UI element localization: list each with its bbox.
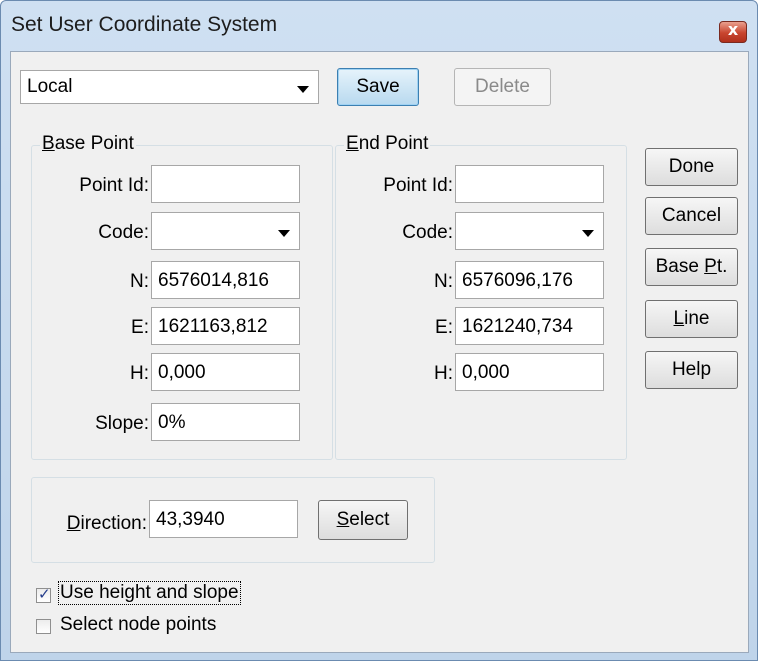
use-height-label[interactable]: Use height and slope — [58, 581, 241, 605]
cancel-label: Cancel — [661, 205, 722, 226]
direction-input[interactable]: 43,3940 — [149, 500, 298, 538]
line-button[interactable]: Line — [645, 300, 738, 338]
end-n-input[interactable]: 6576096,176 — [455, 261, 604, 299]
base-code-label: Code: — [98, 222, 149, 243]
end-point-legend: End Point — [344, 133, 431, 155]
base-h-label: H: — [130, 363, 149, 384]
done-label: Done — [668, 156, 715, 177]
save-button[interactable]: Save — [337, 68, 419, 106]
use-height-checkbox[interactable]: ✓ — [36, 585, 51, 603]
base-point-id-input[interactable] — [151, 165, 300, 203]
delete-button[interactable]: Delete — [454, 68, 551, 106]
base-e-input[interactable]: 1621163,812 — [151, 307, 300, 345]
base-e-label: E: — [131, 317, 149, 338]
chevron-down-icon — [297, 86, 309, 93]
base-code-select[interactable] — [151, 212, 300, 250]
base-pt-button[interactable]: Base Pt. — [645, 248, 738, 286]
chevron-down-icon — [582, 230, 594, 237]
done-button[interactable]: Done — [645, 148, 738, 186]
end-point-id-label: Point Id: — [383, 175, 453, 196]
select-direction-button[interactable]: Select — [318, 500, 408, 540]
end-point-id-input[interactable] — [455, 165, 604, 203]
base-point-legend: Base Point — [40, 133, 136, 155]
close-button[interactable]: x — [719, 20, 747, 43]
end-e-label: E: — [435, 317, 453, 338]
end-n-label: N: — [434, 271, 453, 292]
save-label: Save — [356, 76, 400, 97]
checkmark-icon: ✓ — [38, 585, 51, 603]
coordinate-system-value: Local — [27, 76, 73, 97]
dialog-window: Set User Coordinate System x Local Save … — [0, 0, 758, 661]
end-e-input[interactable]: 1621240,734 — [455, 307, 604, 345]
base-point-id-label: Point Id: — [79, 175, 149, 196]
select-nodes-checkbox[interactable] — [36, 619, 51, 634]
end-h-label: H: — [434, 363, 453, 384]
end-code-label: Code: — [402, 222, 453, 243]
help-label: Help — [671, 359, 712, 380]
coordinate-system-select[interactable]: Local — [20, 70, 319, 104]
base-h-input[interactable]: 0,000 — [151, 353, 300, 391]
base-slope-input[interactable]: 0% — [151, 403, 300, 441]
help-button[interactable]: Help — [645, 351, 738, 389]
chevron-down-icon — [278, 230, 290, 237]
base-n-label: N: — [130, 271, 149, 292]
base-pt-label: Base Pt. — [655, 256, 728, 277]
window-title: Set User Coordinate System — [11, 13, 278, 36]
end-code-select[interactable] — [455, 212, 604, 250]
select-label: Select — [336, 509, 390, 530]
close-icon: x — [727, 20, 739, 39]
base-n-input[interactable]: 6576014,816 — [151, 261, 300, 299]
line-label: Line — [673, 308, 710, 329]
cancel-button[interactable]: Cancel — [645, 197, 738, 235]
end-h-input[interactable]: 0,000 — [455, 353, 604, 391]
base-slope-label: Slope: — [95, 413, 149, 434]
title-bar[interactable]: Set User Coordinate System x — [1, 1, 757, 51]
dialog-body: Local Save Delete Base Point Point Id: C… — [10, 51, 749, 653]
delete-label: Delete — [475, 76, 530, 97]
select-nodes-label[interactable]: Select node points — [60, 614, 216, 636]
direction-label: Direction: — [66, 513, 147, 534]
